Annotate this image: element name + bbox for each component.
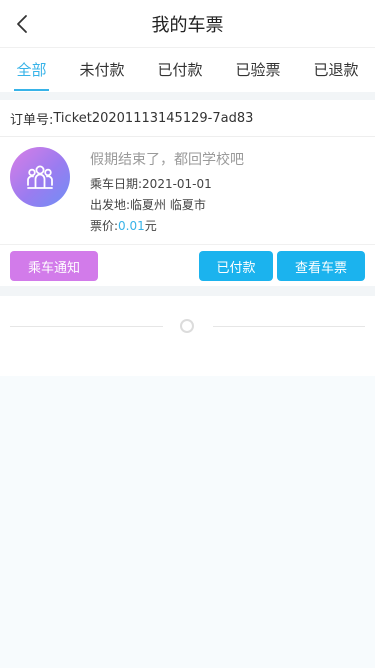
price-unit: 元 xyxy=(144,219,157,233)
ride-date-value: 2021-01-01 xyxy=(142,177,212,191)
departure-value: 临夏州 临夏市 xyxy=(130,198,206,212)
end-line-left xyxy=(10,326,163,327)
view-ticket-button[interactable]: 查看车票 xyxy=(277,251,365,281)
ride-date-label: 乘车日期: xyxy=(90,177,143,191)
card-divider xyxy=(0,244,375,245)
departure-label: 出发地: xyxy=(90,198,131,212)
chevron-left-icon xyxy=(17,15,27,33)
tab-all[interactable]: 全部 xyxy=(14,48,49,92)
tab-refunded[interactable]: 已退款 xyxy=(313,48,358,92)
paid-status-button[interactable]: 已付款 xyxy=(199,251,273,281)
trip-avatar xyxy=(10,147,70,207)
ticket-card: 订单号: Ticket20201113145129-7ad83 假期结束了，都回… xyxy=(0,100,375,286)
order-number-label: 订单号: xyxy=(10,112,54,128)
group-icon xyxy=(27,165,53,189)
ride-notice-button[interactable]: 乘车通知 xyxy=(10,251,98,281)
back-button[interactable] xyxy=(10,12,34,36)
end-line-right xyxy=(213,326,365,327)
order-number-value: Ticket20201113145129-7ad83 xyxy=(53,110,254,126)
price-line: 票价:0.01元 xyxy=(90,217,157,234)
page-title: 我的车票 xyxy=(151,14,224,36)
tab-paid[interactable]: 已付款 xyxy=(157,48,202,92)
status-tabs: 全部 未付款 已付款 已验票 已退款 xyxy=(0,48,375,92)
trip-title: 假期结束了，都回学校吧 xyxy=(90,152,244,168)
order-number-row: 订单号: Ticket20201113145129-7ad83 xyxy=(0,100,375,137)
tab-unpaid[interactable]: 未付款 xyxy=(79,48,124,92)
tab-checked[interactable]: 已验票 xyxy=(235,48,280,92)
end-circle-icon xyxy=(180,319,194,333)
section-gap xyxy=(0,286,375,296)
ride-date-line: 乘车日期:2021-01-01 xyxy=(90,175,212,192)
top-nav-bar: 我的车票 xyxy=(0,0,375,48)
departure-line: 出发地:临夏州 临夏市 xyxy=(90,196,206,213)
price-value: 0.01 xyxy=(118,219,145,233)
list-end-indicator xyxy=(0,296,375,376)
price-label: 票价: xyxy=(90,219,119,233)
section-gap xyxy=(0,92,375,100)
